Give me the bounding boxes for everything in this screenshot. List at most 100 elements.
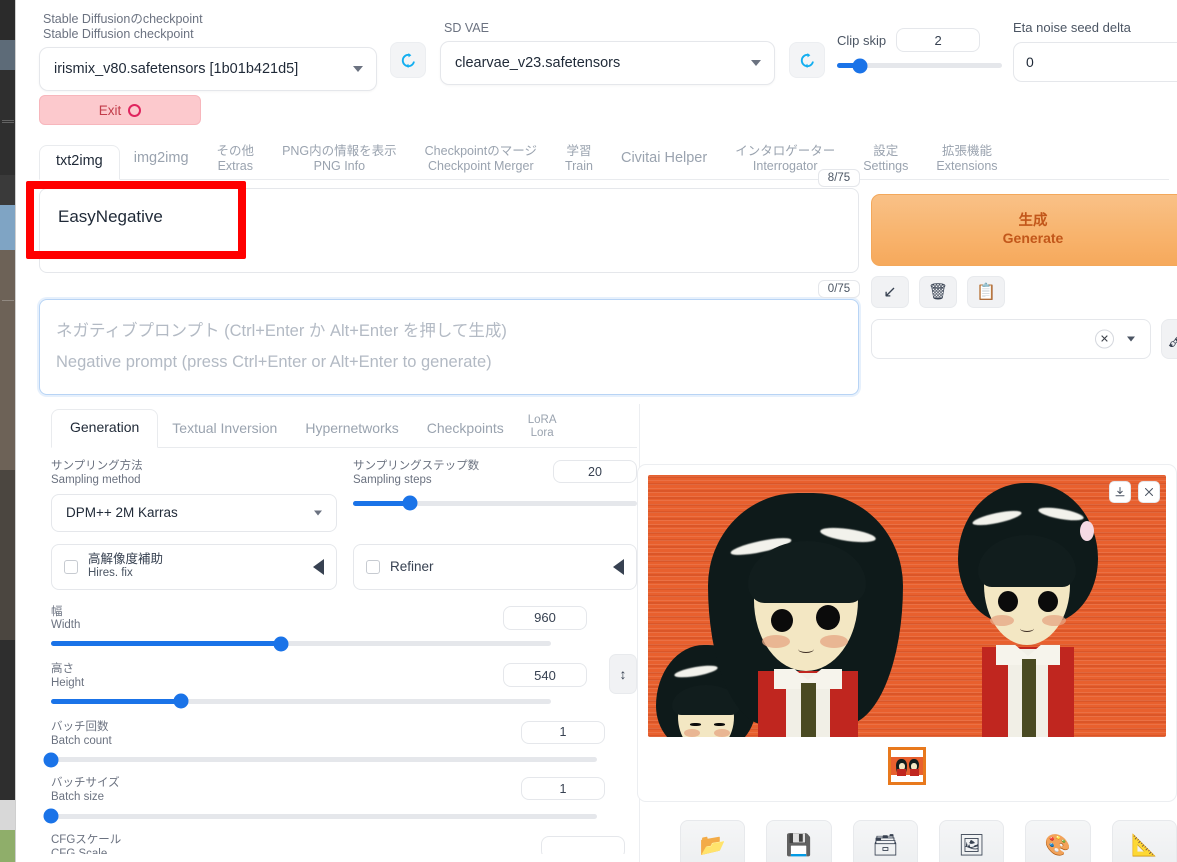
trash-button[interactable]: 🗑 [919, 276, 957, 308]
apply-style-button[interactable]: 🖌 [1161, 319, 1177, 359]
width-label-ja: 幅 [51, 606, 80, 620]
batch-count-label-ja: バッチ回数 [51, 721, 112, 735]
main-tab-label: Civitai Helper [621, 150, 707, 166]
hires-fix-accordion[interactable]: 高解像度補助 Hires. fix [51, 544, 337, 590]
main-tab-extensions[interactable]: 拡張機能Extensions [922, 142, 1011, 179]
batch-count-slider[interactable] [51, 757, 597, 762]
sampling-steps-value[interactable]: 20 [553, 460, 637, 483]
result-column: 📂 💾 🗃 🖼 🎨 📐 [637, 464, 1177, 862]
sub-tab-textual-inversion[interactable]: Textual Inversion [158, 414, 291, 447]
width-slider-fill [51, 641, 281, 646]
send-to-inpaint-button[interactable]: 🎨 [1025, 820, 1090, 862]
cfg-scale-value[interactable] [541, 836, 625, 854]
download-icon [1114, 486, 1126, 498]
batch-count-value[interactable]: 1 [521, 721, 605, 744]
negative-placeholder-ja: ネガティブプロンプト (Ctrl+Enter か Alt+Enter を押して生… [56, 322, 507, 340]
artwork-character-boy [958, 483, 1098, 733]
sampling-method-select[interactable]: DPM++ 2M Karras [51, 494, 337, 532]
top-settings-bar: Stable Diffusionのcheckpoint Stable Diffu… [17, 0, 1177, 140]
refresh-checkpoint-button[interactable] [390, 42, 426, 78]
width-slider[interactable] [51, 641, 551, 646]
send-to-img2img-icon: 🖼 [958, 834, 985, 858]
refiner-checkbox[interactable] [366, 560, 380, 574]
exit-button[interactable]: Exit [39, 95, 201, 125]
eta-input[interactable]: 0 [1013, 42, 1177, 82]
clipboard-button[interactable]: 📋 [967, 276, 1005, 308]
clip-skip-value[interactable]: 2 [896, 28, 980, 52]
positive-prompt-box[interactable]: 8/75 EasyNegative [39, 188, 859, 273]
main-tab-img2img[interactable]: img2img [120, 148, 203, 179]
batch-size-label: バッチサイズ Batch size [51, 777, 120, 805]
cfg-scale-label: CFGスケール CFG Scale [51, 834, 121, 854]
clip-skip-slider-knob[interactable] [853, 58, 868, 73]
checkpoint-label-ja: Stable Diffusionのcheckpoint [43, 12, 377, 27]
batch-size-value[interactable]: 1 [521, 777, 605, 800]
gallery-thumbnail[interactable] [888, 747, 926, 785]
send-to-img2img-button[interactable]: 🖼 [939, 820, 1004, 862]
negative-placeholder-en: Negative prompt (press Ctrl+Enter or Alt… [56, 347, 842, 378]
swap-dimensions-button[interactable]: ↕ [609, 654, 637, 694]
generate-button[interactable]: 生成 Generate [871, 194, 1177, 266]
send-to-extras-button[interactable]: 📐 [1112, 820, 1177, 862]
negative-prompt-placeholder: ネガティブプロンプト (Ctrl+Enter か Alt+Enter を押して生… [40, 300, 858, 377]
save-button[interactable]: 💾 [766, 820, 831, 862]
sampling-method-label-ja: サンプリング方法 [51, 460, 337, 474]
styles-input[interactable]: ✕ [871, 319, 1151, 359]
batch-size-slider-knob[interactable] [44, 809, 59, 824]
exit-label: Exit [99, 103, 122, 118]
batch-count-slider-knob[interactable] [44, 752, 59, 767]
sampling-steps-slider[interactable] [353, 501, 637, 506]
checkpoint-select[interactable]: irismix_v80.safetensors [1b01b421d5] [39, 47, 377, 91]
download-image-button[interactable] [1109, 481, 1131, 503]
negative-prompt-box[interactable]: 0/75 ネガティブプロンプト (Ctrl+Enter か Alt+Enter … [39, 299, 859, 395]
refresh-vae-button[interactable] [789, 42, 825, 78]
main-tab-label-ja: Checkpointのマージ [425, 144, 537, 158]
batch-size-slider[interactable] [51, 814, 597, 819]
height-slider[interactable] [51, 699, 551, 704]
main-tab-bar: txt2imgimg2imgその他ExtrasPNG内の情報を表示PNG Inf… [39, 144, 1169, 180]
main-tab-label-ja: その他 [217, 144, 255, 158]
sd-vae-select[interactable]: clearvae_v23.safetensors [440, 41, 775, 85]
open-folder-button[interactable]: 📂 [680, 820, 745, 862]
sampling-steps-field: サンプリングステップ数 Sampling steps 20 [353, 460, 637, 532]
chevron-left-icon[interactable] [313, 559, 324, 575]
cfg-scale-label-ja: CFGスケール [51, 834, 121, 848]
sub-tab-hypernetworks[interactable]: Hypernetworks [291, 414, 412, 447]
sd-vae-field: SD VAE clearvae_v23.safetensors [440, 21, 775, 85]
main-tab-checkpoint-merger[interactable]: CheckpointのマージCheckpoint Merger [411, 142, 551, 179]
refiner-accordion[interactable]: Refiner [353, 544, 637, 590]
save-icon: 💾 [786, 834, 812, 858]
sub-tab-label: Hypernetworks [305, 420, 398, 436]
chevron-left-icon[interactable] [613, 559, 624, 575]
generate-panel: 生成 Generate ↙ 🗑 📋 ✕ 🖌 [871, 194, 1177, 359]
height-value[interactable]: 540 [503, 663, 587, 687]
main-tab-extras[interactable]: その他Extras [203, 142, 269, 179]
main-tab-civitai-helper[interactable]: Civitai Helper [607, 148, 721, 179]
width-slider-knob[interactable] [274, 636, 289, 651]
prompt-tool-row: ↙ 🗑 📋 [871, 276, 1177, 308]
main-tab-png-info[interactable]: PNG内の情報を表示PNG Info [268, 142, 411, 179]
sub-tab-checkpoints[interactable]: Checkpoints [413, 414, 518, 447]
sub-tab-lora[interactable]: LoRALora [518, 412, 567, 447]
arrow-diagonal-button[interactable]: ↙ [871, 276, 909, 308]
clear-icon[interactable]: ✕ [1095, 330, 1114, 349]
save-zip-button[interactable]: 🗃 [853, 820, 918, 862]
save-zip-icon: 🗃 [872, 834, 899, 858]
clip-skip-slider[interactable] [837, 63, 1002, 68]
clipboard-icon: 📋 [976, 282, 996, 302]
sub-tab-generation[interactable]: Generation [51, 409, 158, 448]
clip-skip-field: Clip skip 2 [837, 28, 1002, 68]
height-slider-knob[interactable] [174, 694, 189, 709]
main-tab-settings[interactable]: 設定Settings [849, 142, 922, 179]
sampling-method-value: DPM++ 2M Karras [66, 505, 178, 520]
sampling-steps-slider-knob[interactable] [402, 496, 417, 511]
main-tab-txt2img[interactable]: txt2img [39, 145, 120, 180]
chevron-down-icon[interactable] [1127, 337, 1135, 342]
hires-fix-checkbox[interactable] [64, 560, 78, 574]
main-tab-train[interactable]: 学習Train [551, 142, 607, 179]
checkpoint-label-en: Stable Diffusion checkpoint [43, 27, 377, 42]
generated-image[interactable] [648, 475, 1166, 737]
hires-fix-label-ja: 高解像度補助 [88, 552, 163, 567]
close-image-button[interactable] [1138, 481, 1160, 503]
width-value[interactable]: 960 [503, 606, 587, 630]
